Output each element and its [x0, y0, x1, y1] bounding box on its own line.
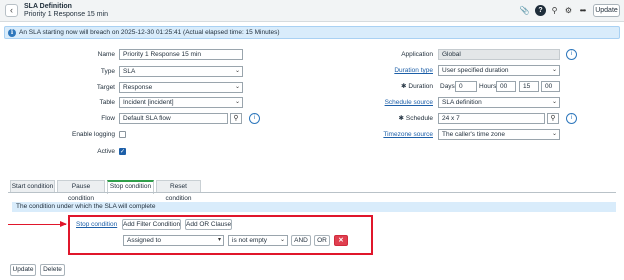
name-label: Name — [97, 51, 115, 58]
timezone-source-select[interactable]: The caller's time zone ⌄ — [438, 129, 560, 140]
add-filter-condition-button[interactable]: Add Filter Condition — [122, 219, 181, 230]
duration-hours-input[interactable]: 00 — [496, 81, 516, 92]
caret-down-icon: ▾ — [217, 237, 221, 243]
type-select[interactable]: SLA ⌄ — [119, 66, 243, 77]
flow-input[interactable]: Default SLA flow — [119, 113, 228, 124]
type-label: Type — [100, 68, 115, 75]
target-label: Target — [96, 84, 115, 91]
tabs-divider — [8, 192, 616, 193]
condition-operator-select[interactable]: is not empty ⌄ — [228, 235, 288, 246]
chevron-down-icon: ⌄ — [279, 237, 285, 243]
record-name: Priority 1 Response 15 min — [24, 11, 109, 18]
close-icon: ✕ — [338, 237, 344, 244]
breach-info-banner: i An SLA starting now will breach on 202… — [4, 26, 620, 39]
chevron-left-icon: ‹ — [10, 5, 13, 15]
table-value: Incident [incident] — [123, 99, 174, 106]
flow-label: Flow — [101, 115, 115, 122]
settings-icon[interactable]: ⚙ — [563, 5, 574, 16]
info-icon: i — [8, 29, 16, 37]
active-checkbox[interactable]: ✓ — [119, 148, 126, 155]
schedule-lookup-button[interactable]: ⚲ — [547, 113, 559, 124]
schedule-input[interactable]: 24 x 7 — [438, 113, 545, 124]
application-label: Application — [401, 51, 433, 58]
duration-hours-label: Hours — [479, 83, 497, 90]
update-button-header[interactable]: Update — [593, 4, 620, 17]
type-value: SLA — [123, 68, 136, 75]
attachment-icon[interactable]: 📎 — [519, 5, 530, 16]
schedule-source-link[interactable]: Schedule source — [370, 97, 433, 108]
condition-field-value: Assigned to — [127, 237, 161, 244]
flow-preview-button[interactable]: i — [249, 113, 260, 124]
enable-logging-checkbox[interactable] — [119, 131, 126, 138]
search-icon: ⚲ — [233, 115, 239, 122]
activity-icon[interactable]: ⚲ — [549, 5, 560, 16]
required-icon: ✱ — [398, 115, 404, 122]
enable-logging-label: Enable logging — [71, 131, 115, 138]
schedule-info-button[interactable]: i — [566, 113, 577, 124]
search-icon: ⚲ — [550, 115, 556, 122]
delete-condition-button[interactable]: ✕ — [334, 235, 348, 246]
chevron-down-icon: ⌄ — [551, 67, 557, 73]
info-circle-icon: i — [570, 115, 573, 121]
condition-operator-value: is not empty — [232, 237, 268, 244]
chevron-down-icon: ⌄ — [551, 131, 557, 137]
condition-field-select[interactable]: Assigned to ▾ — [123, 235, 224, 246]
add-or-clause-button[interactable]: Add OR Clause — [185, 219, 232, 230]
duration-minutes-input[interactable]: 15 — [519, 81, 539, 92]
info-circle-icon: i — [570, 51, 573, 57]
breach-info-text: An SLA starting now will breach on 2025-… — [19, 29, 280, 36]
help-icon[interactable]: ? — [535, 5, 546, 16]
duration-type-link[interactable]: Duration type — [370, 65, 433, 76]
checkmark-icon: ✓ — [120, 149, 126, 155]
application-field: Global — [438, 49, 560, 60]
duration-days-label: Days — [440, 83, 455, 90]
more-icon[interactable]: ••• — [577, 5, 588, 16]
info-circle-icon: i — [253, 115, 256, 121]
delete-button[interactable]: Delete — [40, 264, 65, 276]
duration-label: ✱ Duration — [400, 83, 433, 90]
back-button[interactable]: ‹ — [5, 4, 18, 17]
target-value: Response — [123, 84, 153, 91]
or-button[interactable]: OR — [314, 235, 330, 246]
active-label: Active — [97, 148, 115, 155]
application-info-button[interactable]: i — [566, 49, 577, 60]
annotation-arrow-shaft — [8, 224, 66, 225]
stop-condition-link[interactable]: Stop condition — [76, 219, 117, 230]
table-select[interactable]: Incident [incident] ⌄ — [119, 97, 243, 108]
target-select[interactable]: Response ⌄ — [119, 82, 243, 93]
arrow-right-icon — [60, 221, 67, 227]
condition-info-banner: The condition under which the SLA will c… — [12, 202, 616, 212]
record-type-title: SLA Definition — [24, 3, 72, 10]
duration-type-select[interactable]: User specified duration ⌄ — [438, 65, 560, 76]
timezone-source-value: The caller's time zone — [442, 131, 506, 138]
flow-lookup-button[interactable]: ⚲ — [230, 113, 242, 124]
chevron-down-icon: ⌄ — [551, 99, 557, 105]
update-button[interactable]: Update — [10, 264, 36, 276]
schedule-label: ✱ Schedule — [398, 115, 433, 122]
schedule-source-select[interactable]: SLA definition ⌄ — [438, 97, 560, 108]
name-input[interactable]: Priority 1 Response 15 min — [119, 49, 243, 60]
duration-type-value: User specified duration — [442, 67, 509, 74]
timezone-source-link[interactable]: Timezone source — [370, 129, 433, 140]
duration-seconds-input[interactable]: 00 — [541, 81, 560, 92]
and-button[interactable]: AND — [291, 235, 311, 246]
duration-days-input[interactable]: 0 — [455, 81, 477, 92]
table-label: Table — [99, 99, 115, 106]
chevron-down-icon: ⌄ — [234, 99, 240, 105]
chevron-down-icon: ⌄ — [234, 84, 240, 90]
schedule-source-value: SLA definition — [442, 99, 482, 106]
chevron-down-icon: ⌄ — [234, 68, 240, 74]
required-icon: ✱ — [400, 83, 407, 90]
